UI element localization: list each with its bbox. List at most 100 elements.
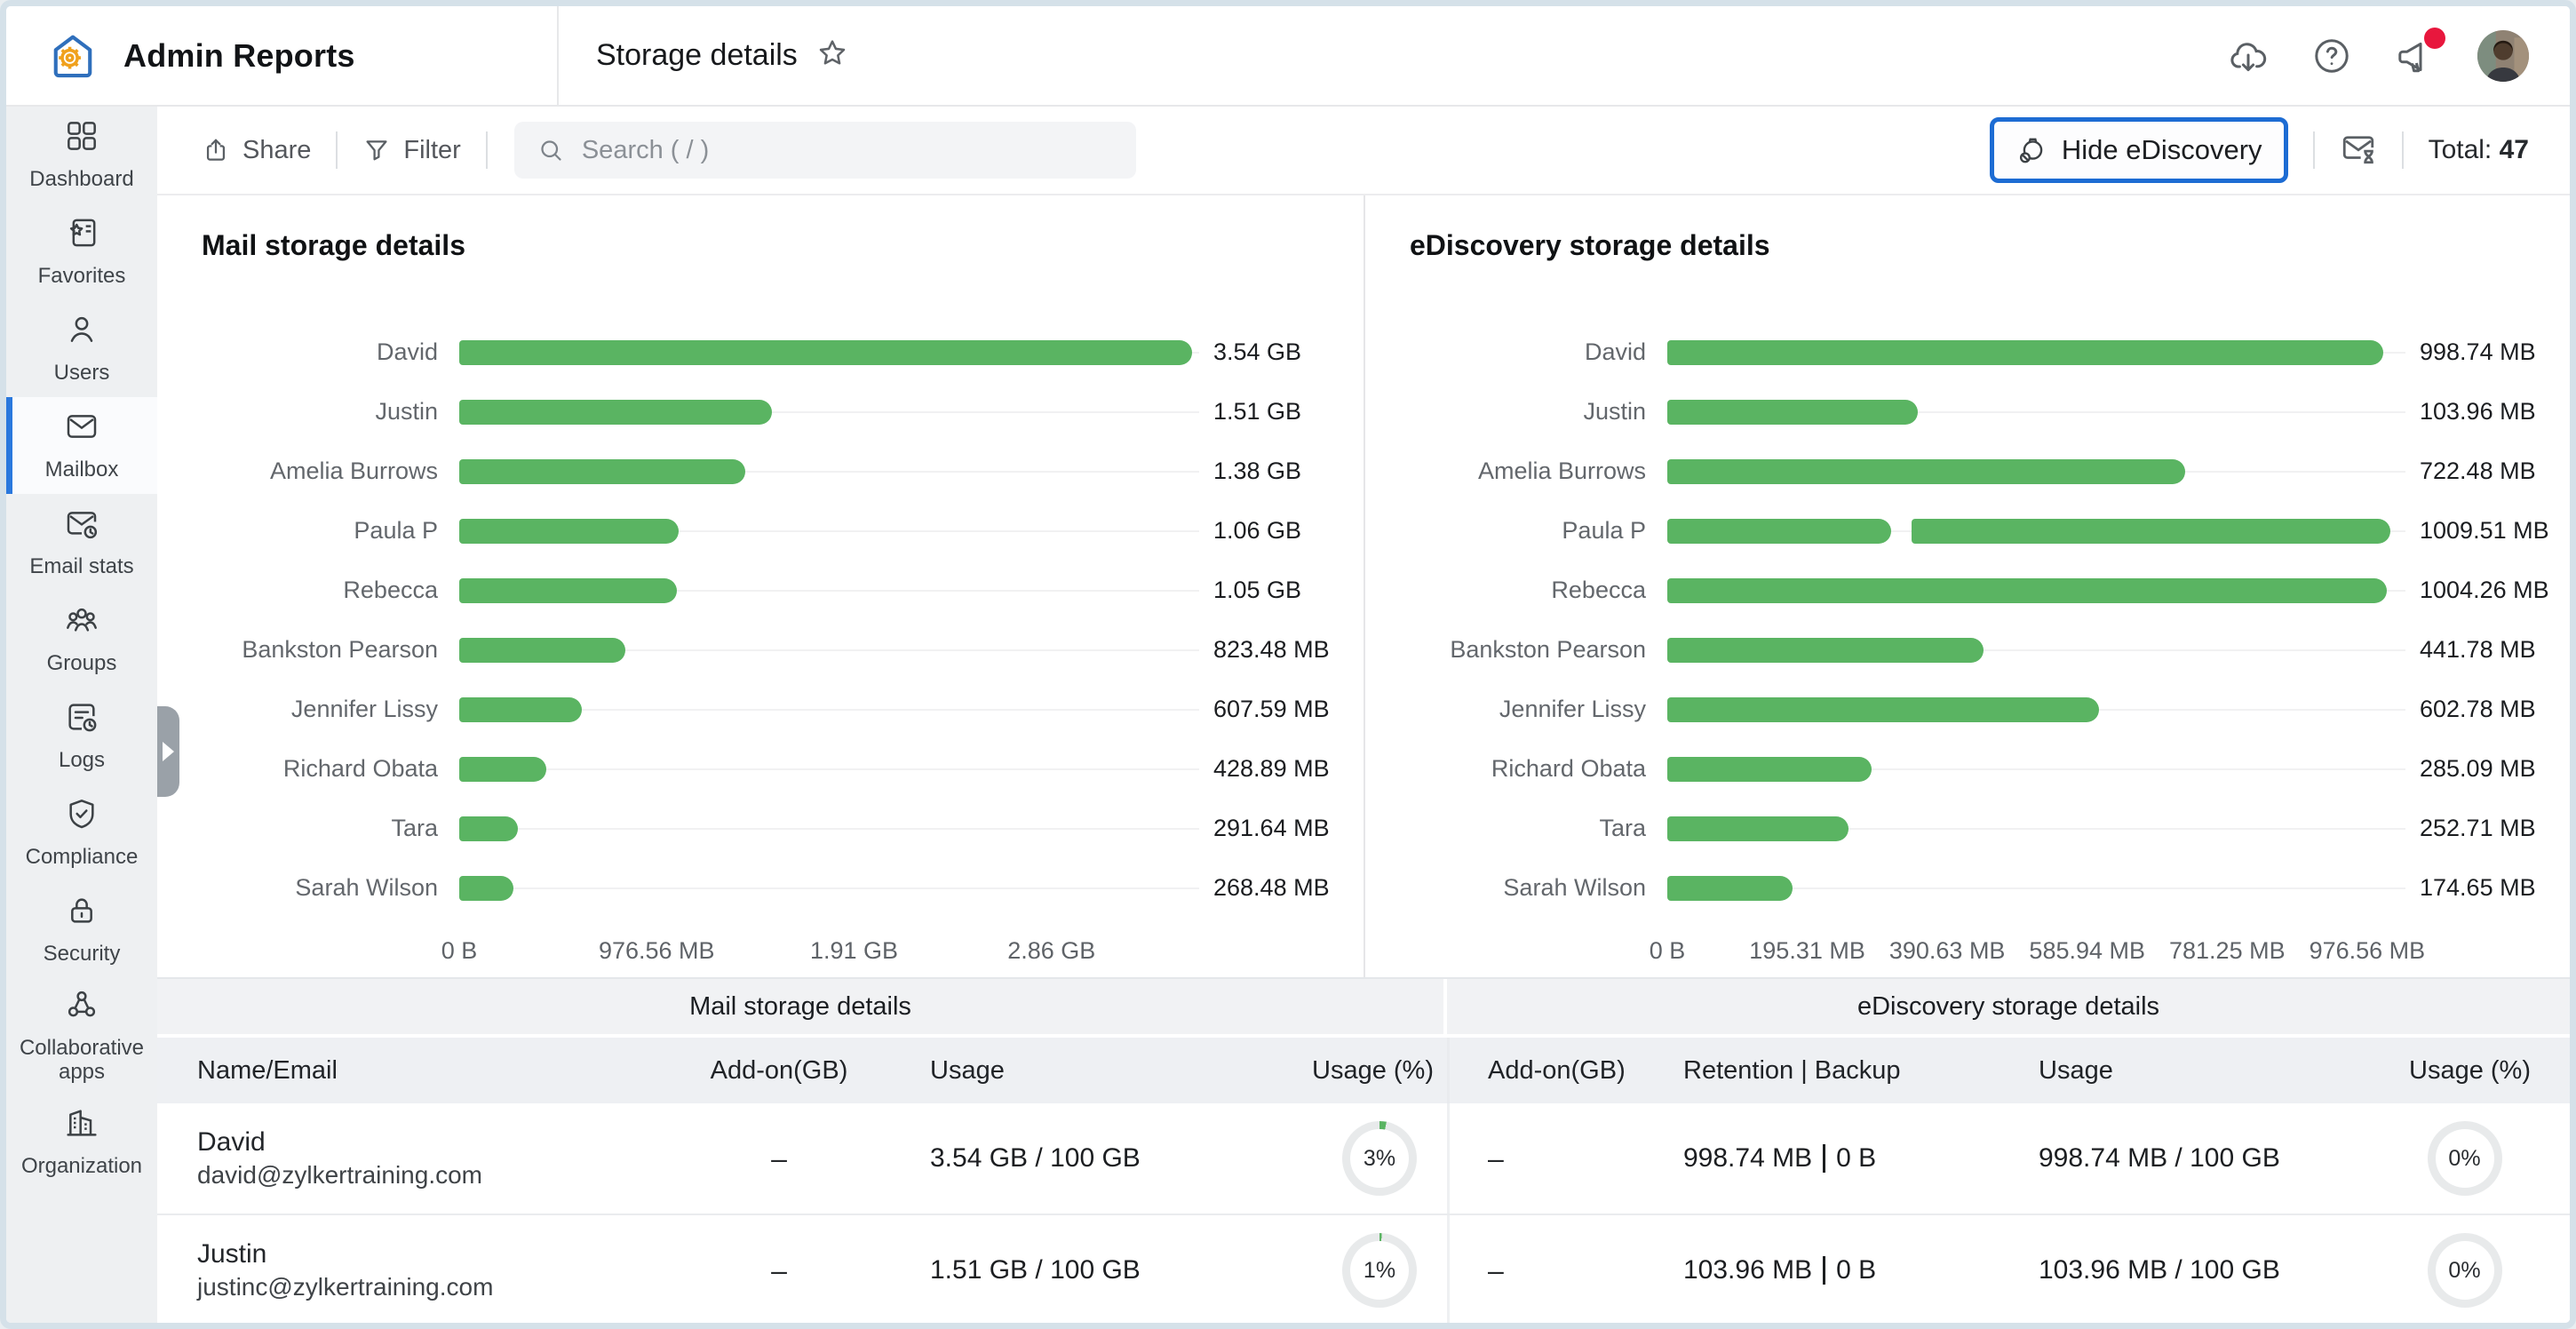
chart-value-label: 1004.26 MB	[2405, 577, 2570, 604]
chart-bar[interactable]	[1667, 816, 1849, 841]
announcements-icon[interactable]	[2394, 35, 2437, 77]
chart-bar[interactable]	[1667, 340, 2383, 365]
sidebar-item-compliance[interactable]: Compliance	[6, 784, 157, 881]
chart-value-label: 285.09 MB	[2405, 755, 2570, 783]
axis-tick-label: 585.94 MB	[2029, 937, 2145, 965]
chart-bar[interactable]	[1667, 459, 2185, 484]
ed-usage-donut: 0%	[2428, 1121, 2502, 1196]
chart-category-label: Sarah Wilson	[1365, 874, 1667, 902]
chart-value-label: 3.54 GB	[1199, 338, 1364, 366]
users-icon	[64, 312, 99, 354]
table-row[interactable]: David david@zylkertraining.com – 3.54 GB…	[157, 1103, 2570, 1215]
sidebar-item-favorites[interactable]: Favorites	[6, 203, 157, 300]
organization-icon	[64, 1105, 99, 1147]
toolbar-divider	[2313, 131, 2315, 169]
sidebar-item-logs[interactable]: Logs	[6, 688, 157, 784]
chart-bar-track	[459, 638, 1199, 663]
chart-value-label: 428.89 MB	[1199, 755, 1364, 783]
chart-bar-track	[1667, 638, 2405, 663]
chart-bar-track	[459, 757, 1199, 782]
chart-bar-track	[1667, 697, 2405, 722]
favorite-star-icon[interactable]	[815, 36, 849, 75]
chart-x-axis: 0 B195.31 MB390.63 MB585.94 MB781.25 MB9…	[1667, 937, 2405, 973]
chart-bar[interactable]	[1667, 876, 1793, 901]
sidebar-item-label: Mailbox	[45, 458, 119, 482]
hide-ediscovery-button[interactable]: Hide eDiscovery	[1990, 117, 2288, 183]
sidebar-item-label: Users	[54, 361, 110, 386]
sidebar-item-mailbox[interactable]: Mailbox	[6, 397, 157, 494]
chart-bar[interactable]	[459, 400, 772, 425]
chart-bar[interactable]	[459, 816, 518, 841]
search-box[interactable]	[514, 122, 1136, 179]
chart-bar[interactable]	[1912, 519, 2390, 544]
toolbar-divider	[2402, 131, 2404, 169]
chart-value-label: 1.38 GB	[1199, 458, 1364, 485]
chart-value-label: 1.05 GB	[1199, 577, 1364, 604]
share-button[interactable]: Share	[202, 136, 311, 165]
chart-bar[interactable]	[459, 697, 582, 722]
chart-bar-track	[459, 459, 1199, 484]
admin-reports-window: Admin Reports Storage details	[0, 0, 2576, 1329]
group-header-ediscovery: eDiscovery storage details	[1447, 979, 2570, 1034]
chart-category-label: Jennifer Lissy	[1365, 696, 1667, 723]
chart-value-label: 1.51 GB	[1199, 398, 1364, 426]
hide-ediscovery-icon	[2015, 134, 2047, 166]
chart-bar[interactable]	[1667, 638, 1984, 663]
chart-bar[interactable]	[459, 757, 546, 782]
chart-bar[interactable]	[459, 340, 1192, 365]
chart-bar[interactable]	[1667, 578, 2387, 603]
chart-bar[interactable]	[1667, 697, 2099, 722]
chart-bar[interactable]	[459, 876, 513, 901]
chart-bar[interactable]	[1667, 519, 1891, 544]
chart-value-label: 823.48 MB	[1199, 636, 1364, 664]
chart-value-label: 252.71 MB	[2405, 815, 2570, 842]
chart-category-label: Sarah Wilson	[157, 874, 459, 902]
mail-addon-value: –	[655, 1142, 903, 1175]
table-row[interactable]: Justin justinc@zylkertraining.com – 1.51…	[157, 1215, 2570, 1327]
col-mail-usage: Usage	[903, 1056, 1312, 1086]
sidebar-item-groups[interactable]: Groups	[6, 591, 157, 688]
chart-bar-track	[1667, 578, 2405, 603]
app-title: Admin Reports	[123, 37, 355, 75]
sidebar-item-label: Organization	[21, 1154, 142, 1179]
sidebar-item-organization[interactable]: Organization	[6, 1094, 157, 1190]
mail-queue-icon[interactable]	[2340, 130, 2377, 171]
chart-bar[interactable]	[1667, 757, 1872, 782]
help-icon[interactable]	[2310, 35, 2353, 77]
filter-button[interactable]: Filter	[362, 136, 460, 165]
chart-category-label: Richard Obata	[1365, 755, 1667, 783]
chart-bar[interactable]	[459, 519, 679, 544]
chart-row: Bankston Pearson 823.48 MB	[157, 620, 1364, 680]
chart-bar[interactable]	[1667, 400, 1918, 425]
chart-category-label: Amelia Burrows	[157, 458, 459, 485]
row-email: justinc@zylkertraining.com	[197, 1271, 655, 1304]
sidebar-item-security[interactable]: Security	[6, 881, 157, 978]
axis-tick-label: 2.86 GB	[1007, 937, 1095, 965]
chart-row: David 3.54 GB	[157, 322, 1364, 382]
brand: Admin Reports	[6, 6, 559, 105]
sidebar-expand-handle[interactable]	[157, 706, 179, 797]
chart-bar-track	[1667, 340, 2405, 365]
sidebar-item-email-stats[interactable]: Email stats	[6, 494, 157, 591]
chart-category-label: Amelia Burrows	[1365, 458, 1667, 485]
chart-bar[interactable]	[459, 459, 745, 484]
chart-bar[interactable]	[459, 578, 677, 603]
chart-row: David 998.74 MB	[1365, 322, 2570, 382]
chart-row: Justin 103.96 MB	[1365, 382, 2570, 442]
chart-bar-track	[459, 876, 1199, 901]
compliance-icon	[64, 796, 99, 838]
page-title-wrap: Storage details	[559, 36, 849, 75]
search-input[interactable]	[580, 135, 1113, 166]
sidebar-item-collaborative-apps[interactable]: Collaborative apps	[6, 978, 157, 1094]
chart-value-label: 268.48 MB	[1199, 874, 1364, 902]
sidebar-item-users[interactable]: Users	[6, 300, 157, 397]
cloud-download-icon[interactable]	[2227, 35, 2270, 77]
sidebar-item-dashboard[interactable]: Dashboard	[6, 107, 157, 203]
chart-row: Richard Obata 285.09 MB	[1365, 739, 2570, 799]
row-name: Justin	[197, 1237, 655, 1272]
page-title: Storage details	[596, 38, 798, 73]
chart-bar[interactable]	[459, 638, 625, 663]
user-avatar[interactable]	[2477, 30, 2529, 82]
ed-usage-value: 998.74 MB / 100 GB	[2027, 1143, 2409, 1174]
chart-category-label: Rebecca	[157, 577, 459, 604]
